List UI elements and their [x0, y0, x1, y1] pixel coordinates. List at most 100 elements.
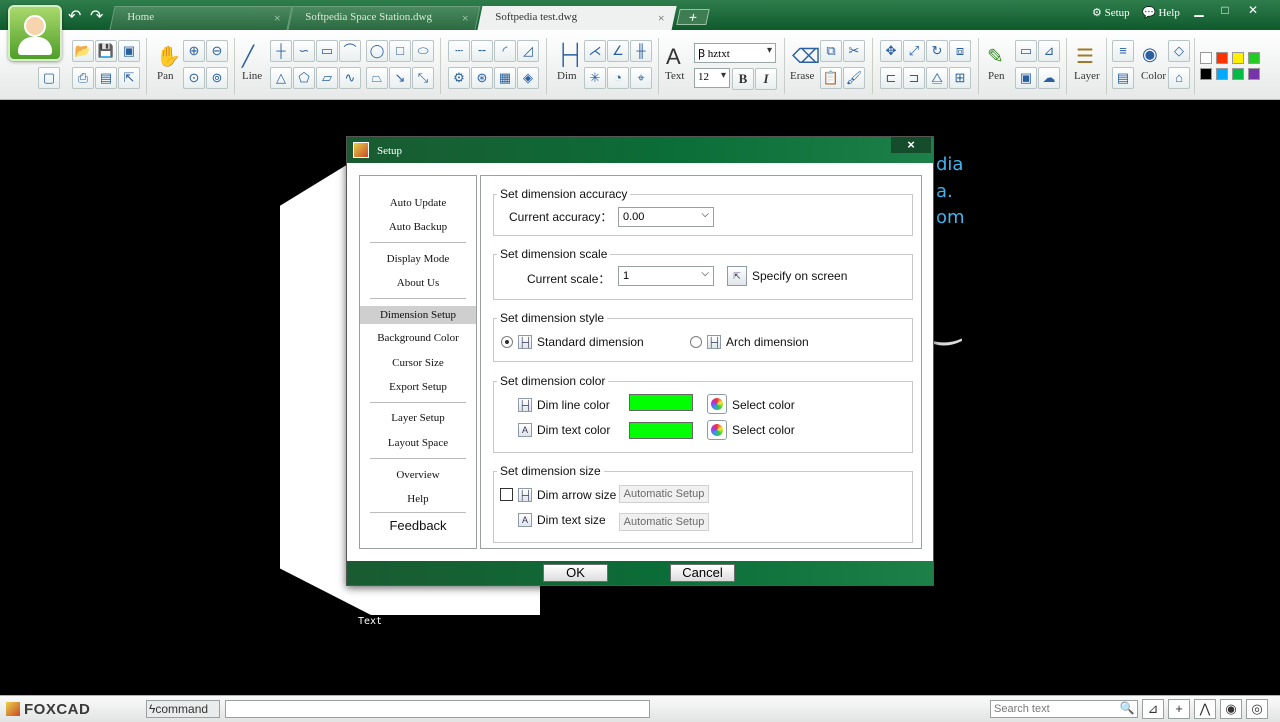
print-preview-icon[interactable]: ⌂	[1168, 67, 1190, 89]
hatch-icon[interactable]: ▦	[494, 67, 516, 89]
eraser-icon[interactable]: ⌫	[792, 44, 820, 69]
trapezoid-icon[interactable]: ⏢	[366, 67, 388, 89]
text-automatic-setup-button[interactable]: Automatic Setup	[619, 513, 709, 531]
scale-icon[interactable]: ⤢	[903, 40, 925, 62]
tab-close-icon[interactable]: ×	[462, 11, 469, 26]
dialog-title-bar[interactable]: Setup ×	[347, 137, 933, 163]
command-input[interactable]	[225, 700, 650, 718]
cloud-icon[interactable]: ☁	[1038, 67, 1060, 89]
area-icon[interactable]: ⊿	[1038, 40, 1060, 62]
polar-toggle-icon[interactable]: ⋀	[1194, 699, 1216, 719]
minimize-button[interactable]: ▁	[1188, 3, 1210, 19]
zoom-extents-icon[interactable]: ⊚	[206, 67, 228, 89]
line-icon[interactable]: ╱	[242, 44, 254, 69]
nav-cursor-size[interactable]: Cursor Size	[360, 354, 476, 372]
measure-icon[interactable]: ▭	[1015, 40, 1037, 62]
open-file-icon[interactable]: 📂	[72, 40, 94, 62]
fill-icon[interactable]: ◈	[517, 67, 539, 89]
select-line-color-button[interactable]: Select color	[732, 398, 795, 412]
zoom-out-icon[interactable]: ⊖	[206, 40, 228, 62]
lineweight-icon[interactable]: ▤	[1112, 67, 1134, 89]
arc-icon[interactable]: ⌒	[339, 40, 361, 62]
nav-auto-update[interactable]: Auto Update	[360, 194, 476, 212]
zoom-window-icon[interactable]: ⊙	[183, 67, 205, 89]
triangle-icon[interactable]: △	[270, 67, 292, 89]
accuracy-select[interactable]: 0.00 ⌵	[618, 207, 714, 227]
copy-icon[interactable]: ⧉	[820, 40, 842, 62]
polyline-icon[interactable]: ┼	[270, 40, 292, 62]
arch-dimension-label[interactable]: Arch dimension	[726, 335, 809, 349]
export-icon[interactable]: ⇱	[118, 67, 140, 89]
specify-on-screen-icon[interactable]: ⇱	[727, 266, 747, 286]
xline-icon[interactable]: ⤡	[412, 67, 434, 89]
ellipse-icon[interactable]: ⬭	[412, 40, 434, 62]
cut-icon[interactable]: ✂	[843, 40, 865, 62]
color-wheel-icon[interactable]	[707, 394, 727, 414]
help-menu[interactable]: 💬 Help	[1142, 6, 1180, 19]
nav-layer-setup[interactable]: Layer Setup	[360, 409, 476, 427]
color-swatch-red[interactable]	[1216, 52, 1228, 64]
nav-layout-space[interactable]: Layout Space	[360, 434, 476, 452]
user-avatar[interactable]	[8, 5, 62, 61]
font-size-select[interactable]: 12 ▾	[694, 68, 730, 88]
add-tab-button[interactable]: +	[676, 9, 710, 25]
dim-text-color-swatch[interactable]	[629, 422, 693, 439]
tab-close-icon[interactable]: ×	[274, 11, 281, 26]
tab-close-icon[interactable]: ×	[658, 11, 665, 26]
gear-icon[interactable]: ⚙	[448, 67, 470, 89]
array-icon[interactable]: ⊞	[949, 67, 971, 89]
undo-icon[interactable]: ↶	[68, 6, 81, 26]
rectangle-line-icon[interactable]: ▭	[316, 40, 338, 62]
ok-button[interactable]: OK	[543, 564, 608, 582]
arrow-automatic-setup-button[interactable]: Automatic Setup	[619, 485, 709, 503]
linetype-icon[interactable]: ≡	[1112, 40, 1134, 62]
rectangle-icon[interactable]: □	[389, 40, 411, 62]
color-toggle-icon[interactable]: ◉	[1220, 699, 1242, 719]
nav-dimension-setup[interactable]: Dimension Setup	[360, 306, 476, 324]
pentagon-icon[interactable]: ⬠	[293, 67, 315, 89]
arch-dimension-radio[interactable]	[690, 336, 702, 348]
offset-icon[interactable]: ⧈	[949, 40, 971, 62]
rotate-icon[interactable]: ↻	[926, 40, 948, 62]
snap-toggle-icon[interactable]: ⊿	[1142, 699, 1164, 719]
brush-icon[interactable]: 🖌	[843, 67, 865, 89]
mirror-icon[interactable]: ⧋	[926, 67, 948, 89]
font-select[interactable]: Ꞵ hztxt ▾	[694, 43, 776, 63]
scale-select[interactable]: 1 ⌵	[618, 266, 714, 286]
dim-line-color-swatch[interactable]	[629, 394, 693, 411]
angular-dim-icon[interactable]: ∠	[607, 40, 629, 62]
circle-icon[interactable]: ◯	[366, 40, 388, 62]
print-icon[interactable]: ⎙	[72, 67, 94, 89]
nav-feedback[interactable]: Feedback	[360, 517, 476, 535]
aligned-dim-icon[interactable]: ⋌	[584, 40, 606, 62]
trim-icon[interactable]: ⊏	[880, 67, 902, 89]
close-window-button[interactable]: ✕	[1242, 3, 1264, 19]
color-wheel-icon[interactable]	[707, 420, 727, 440]
nav-auto-backup[interactable]: Auto Backup	[360, 218, 476, 236]
curve-icon[interactable]: ∿	[339, 67, 361, 89]
nav-background-color[interactable]: Background Color	[360, 329, 476, 347]
dim-arrow-size-checkbox[interactable]	[500, 488, 513, 501]
search-icon[interactable]: 🔍	[1118, 701, 1136, 717]
parallelogram-icon[interactable]: ▱	[316, 67, 338, 89]
ray-icon[interactable]: ↘	[389, 67, 411, 89]
text-tool-icon[interactable]: A	[666, 44, 681, 70]
fillet-icon[interactable]: ◜	[494, 40, 516, 62]
color-swatch-yellow[interactable]	[1232, 52, 1244, 64]
color-swatch-cyan[interactable]	[1216, 68, 1228, 80]
pan-icon[interactable]: ✋	[156, 44, 181, 69]
setup-menu[interactable]: ⚙ Setup	[1092, 6, 1130, 19]
ordinate-dim-icon[interactable]: ✳	[584, 67, 606, 89]
italic-button[interactable]: I	[755, 68, 777, 90]
nav-help[interactable]: Help	[360, 490, 476, 508]
zoom-in-icon[interactable]: ⊕	[183, 40, 205, 62]
nav-export-setup[interactable]: Export Setup	[360, 378, 476, 396]
standard-dimension-label[interactable]: Standard dimension	[537, 335, 644, 349]
hatch-circle-icon[interactable]: ⊛	[471, 67, 493, 89]
save-as-icon[interactable]: ▣	[118, 40, 140, 62]
color-swatch-purple[interactable]	[1248, 68, 1260, 80]
color-wheel-icon[interactable]: ◉	[1142, 44, 1158, 65]
nav-display-mode[interactable]: Display Mode	[360, 250, 476, 268]
color-swatch-green[interactable]	[1248, 52, 1260, 64]
color-swatch-black[interactable]	[1200, 68, 1212, 80]
